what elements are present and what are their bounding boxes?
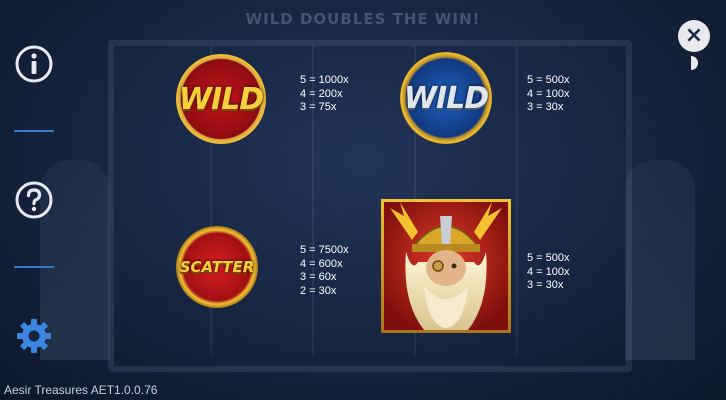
version-label: Aesir Treasures AET1.0.0.76 — [4, 383, 158, 397]
payout-line: 5 = 500x — [527, 252, 570, 264]
wild-gold-label: WILD — [178, 81, 264, 117]
wild-silver-symbol: WILD — [400, 52, 492, 144]
background-header-text: WILD DOUBLES THE WIN! — [245, 10, 481, 28]
help-icon — [15, 181, 53, 219]
payout-line: 2 = 30x — [300, 284, 337, 297]
wild-gold-symbol: WILD — [176, 54, 266, 144]
payout-line: 3 = 60x — [300, 271, 337, 283]
payout-line: 5 = 500x — [527, 74, 570, 86]
info-button[interactable] — [14, 44, 54, 84]
payout-line: 3 = 30x — [527, 279, 564, 291]
payout-line: 4 = 200x — [300, 87, 343, 100]
scroll-handle[interactable] — [691, 56, 698, 70]
close-button[interactable]: × — [678, 20, 710, 52]
payout-line: 4 = 100x — [527, 265, 570, 278]
odin-symbol — [381, 199, 511, 333]
scatter-paytable: 5 = 7500x 4 = 600x 3 = 60x 2 = 30x — [300, 244, 349, 298]
wild-gold-paytable: 5 = 1000x 4 = 200x 3 = 75x — [300, 74, 349, 115]
payout-line: 5 = 7500x — [300, 244, 349, 256]
help-button[interactable] — [14, 180, 54, 220]
payout-line: 4 = 100x — [527, 87, 570, 100]
wild-silver-paytable: 5 = 500x 4 = 100x 3 = 30x — [527, 74, 570, 115]
info-icon — [15, 45, 53, 83]
sidebar-divider — [14, 266, 54, 268]
odin-paytable: 5 = 500x 4 = 100x 3 = 30x — [527, 252, 570, 293]
close-icon: × — [684, 23, 704, 48]
settings-button[interactable] — [14, 316, 54, 356]
payout-line: 3 = 75x — [300, 101, 337, 113]
payout-line: 4 = 600x — [300, 257, 343, 270]
scatter-label: SCATTER — [179, 258, 255, 276]
background-tower-right — [625, 160, 695, 360]
scatter-symbol: SCATTER — [176, 226, 258, 308]
payout-line: 5 = 1000x — [300, 74, 349, 86]
payout-line: 3 = 30x — [527, 101, 564, 113]
gear-icon — [17, 319, 51, 353]
background-reel-divider — [516, 46, 518, 354]
sidebar-divider — [14, 130, 54, 132]
wild-silver-label: WILD — [403, 80, 489, 116]
odin-portrait-icon — [384, 202, 508, 330]
